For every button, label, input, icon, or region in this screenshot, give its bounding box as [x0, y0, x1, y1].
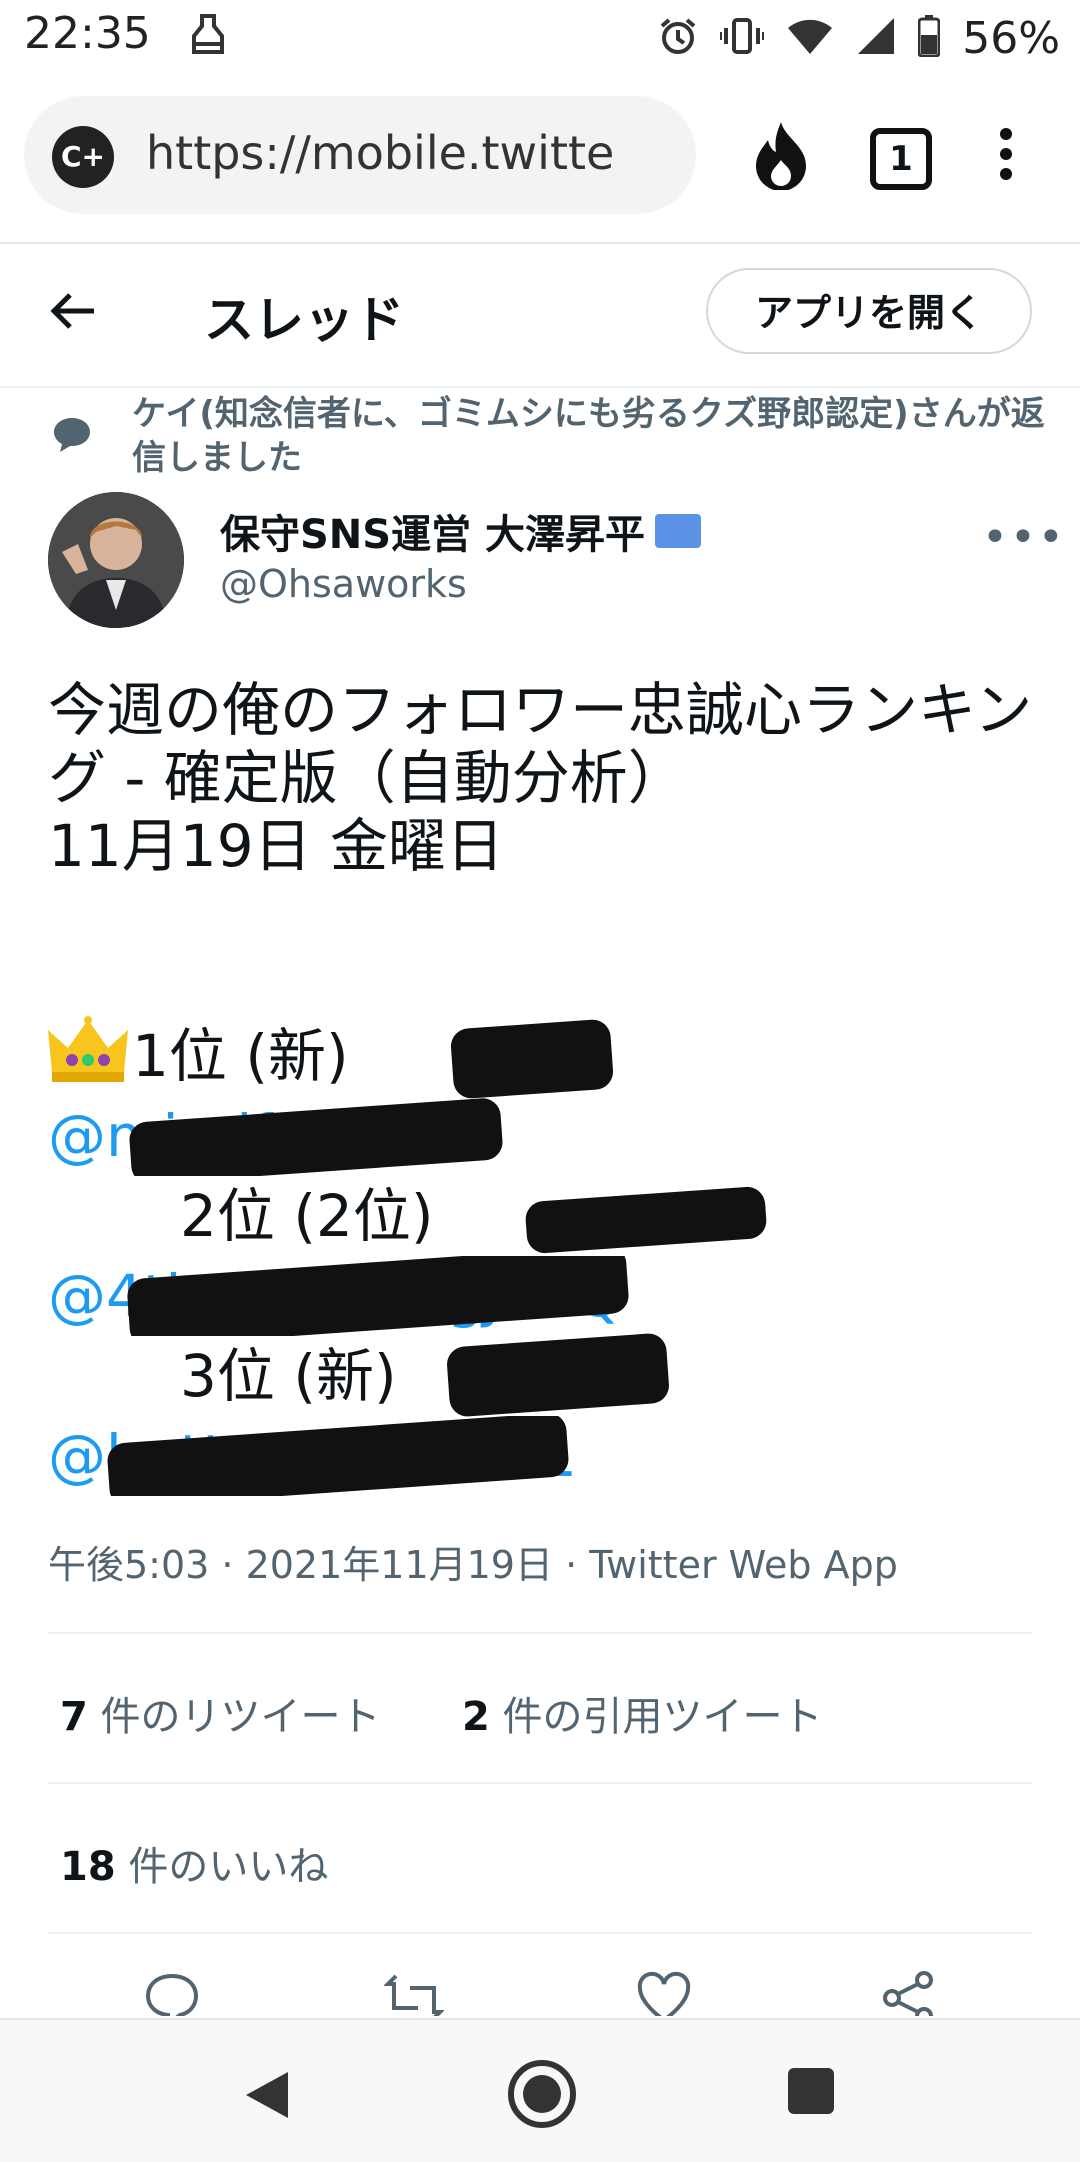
rank-1-handle[interactable]: @mindfantasia — [48, 1096, 1038, 1176]
share-icon[interactable] — [880, 1970, 936, 2016]
cleaner-icon — [190, 14, 226, 58]
tab-switcher-button[interactable]: 1 — [870, 128, 932, 190]
quotes-count[interactable]: 2 — [462, 1694, 490, 1740]
divider — [48, 1782, 1032, 1784]
like-heart-icon[interactable] — [636, 1970, 692, 2016]
flame-icon[interactable] — [752, 120, 810, 194]
alarm-icon — [658, 16, 698, 60]
battery-icon — [917, 15, 941, 61]
redaction-mark — [524, 1185, 768, 1255]
browser-toolbar: C+ https://mobile.twitte 1 — [0, 76, 1080, 244]
divider — [48, 1632, 1032, 1634]
back-arrow-icon[interactable] — [48, 288, 96, 340]
author-handle[interactable]: @Ohsaworks — [220, 562, 467, 606]
open-app-button[interactable]: アプリを開く — [706, 268, 1032, 354]
menu-icon[interactable] — [1000, 128, 1014, 188]
rank-3-line: 3位 (新) — [48, 1332, 1038, 1418]
divider — [48, 1932, 1032, 1934]
rank-1-label: 1位 (新) — [132, 1022, 349, 1091]
retweets-label[interactable]: 件のリツイート — [88, 1694, 381, 1740]
nav-home-icon[interactable] — [508, 2060, 576, 2128]
signal-icon — [856, 16, 896, 60]
site-info-icon[interactable]: C+ — [52, 126, 114, 188]
likes-label[interactable]: 件のいいね — [116, 1844, 328, 1890]
wifi-icon — [786, 16, 834, 60]
author-name[interactable]: 保守SNS運営 大澤昇平 — [220, 502, 702, 560]
tweet-line-2: 11月19日 金曜日 — [48, 812, 505, 880]
system-nav-bar — [0, 2018, 1080, 2162]
rank-2-handle[interactable]: @4thanKENI2gJBTQ — [48, 1256, 1038, 1336]
rank-2-line: 2位 (2位) — [48, 1176, 1038, 1256]
thread-header: スレッド アプリを開く — [0, 242, 1080, 388]
quotes-label[interactable]: 件の引用ツイート — [490, 1694, 823, 1740]
more-options-icon[interactable]: ••• — [982, 512, 1066, 563]
rank-1-line: 1位 (新) — [48, 1016, 1038, 1100]
battery-percent: 56% — [962, 12, 1060, 64]
tweet-line-1: 今週の俺のフォロワー忠誠心ランキング - 確定版（自動分析） — [48, 676, 1033, 812]
vibrate-icon — [718, 16, 767, 60]
rank-3-handle[interactable]: @butterfly011231 — [48, 1416, 1038, 1496]
reply-icon[interactable] — [144, 1970, 200, 2016]
likes-stats[interactable]: 18 件のいいね — [60, 1834, 328, 1892]
nav-back-icon[interactable] — [244, 2070, 290, 2124]
status-bar: 22:35 56% — [0, 0, 1080, 76]
likes-count[interactable]: 18 — [60, 1844, 116, 1890]
redaction-mark — [449, 1018, 615, 1100]
nav-recents-icon[interactable] — [788, 2068, 834, 2114]
status-time: 22:35 — [24, 8, 151, 59]
url-bar[interactable]: C+ https://mobile.twitte — [24, 96, 696, 214]
retweet-icon[interactable] — [383, 1970, 445, 2016]
rank-3-label: 3位 (新) — [180, 1342, 397, 1410]
tweet-timestamp[interactable]: 午後5:03 · 2021年11月19日 · Twitter Web App — [48, 1534, 898, 1589]
avatar[interactable] — [48, 492, 184, 628]
redaction-mark — [445, 1332, 671, 1418]
retweet-stats[interactable]: 7 件のリツイート 2 件の引用ツイート — [60, 1684, 823, 1742]
crown-icon — [48, 1016, 128, 1104]
retweets-count[interactable]: 7 — [60, 1694, 88, 1740]
author-name-text[interactable]: 保守SNS運営 大澤昇平 — [220, 502, 645, 560]
reply-context-text[interactable]: ケイ(知念信者に、ゴミムシにも劣るクズ野郎認定)さんが返信しました — [132, 392, 1062, 480]
speech-bubble-icon — [52, 414, 92, 458]
rank-2-label: 2位 (2位) — [180, 1182, 434, 1250]
un-flag-icon — [655, 514, 702, 548]
url-text[interactable]: https://mobile.twitte — [146, 126, 686, 180]
tweet-text: 今週の俺のフォロワー忠誠心ランキング - 確定版（自動分析） 11月19日 金曜… — [48, 676, 1038, 1496]
page-title: スレッド — [204, 291, 404, 349]
tweet-actions — [0, 1970, 1080, 2016]
